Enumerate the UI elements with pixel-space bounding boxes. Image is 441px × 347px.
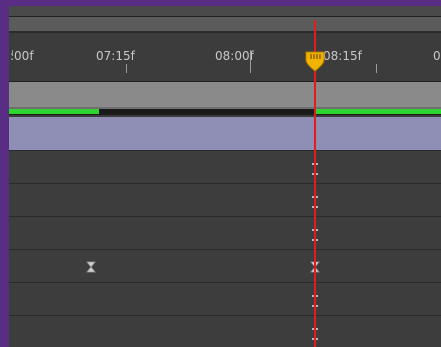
layer-row[interactable] xyxy=(9,315,441,347)
hourglass-keyframe-icon[interactable] xyxy=(85,261,97,273)
ruler-tick xyxy=(126,64,127,73)
ruler-tick xyxy=(12,50,13,56)
ruler-label: :00f xyxy=(10,49,34,63)
layer-row[interactable] xyxy=(9,282,441,315)
time-navigator-bar[interactable] xyxy=(9,17,441,31)
layer-row[interactable] xyxy=(9,249,441,282)
ruler-label: 07:15f xyxy=(96,49,135,63)
timeline-panel: :00f 07:15f 08:00f 08:15f 0 xyxy=(9,6,441,347)
ruler-label: 08:00f xyxy=(215,49,254,63)
render-status-bar xyxy=(314,109,441,114)
ruler-label: 08:15f xyxy=(323,49,362,63)
navigator-strip[interactable] xyxy=(9,6,441,16)
layer-row[interactable] xyxy=(9,150,441,183)
render-status-bar xyxy=(9,109,99,114)
ruler-tick xyxy=(250,50,251,73)
layer-row[interactable] xyxy=(9,183,441,216)
comp-bar-row[interactable] xyxy=(9,117,441,150)
layer-row[interactable] xyxy=(9,216,441,249)
time-ruler[interactable]: :00f 07:15f 08:00f 08:15f 0 xyxy=(9,33,441,81)
current-time-indicator-icon[interactable] xyxy=(304,50,326,72)
ruler-tick xyxy=(376,64,377,73)
work-area-bar[interactable] xyxy=(9,82,441,107)
ruler-label: 0 xyxy=(433,49,441,63)
